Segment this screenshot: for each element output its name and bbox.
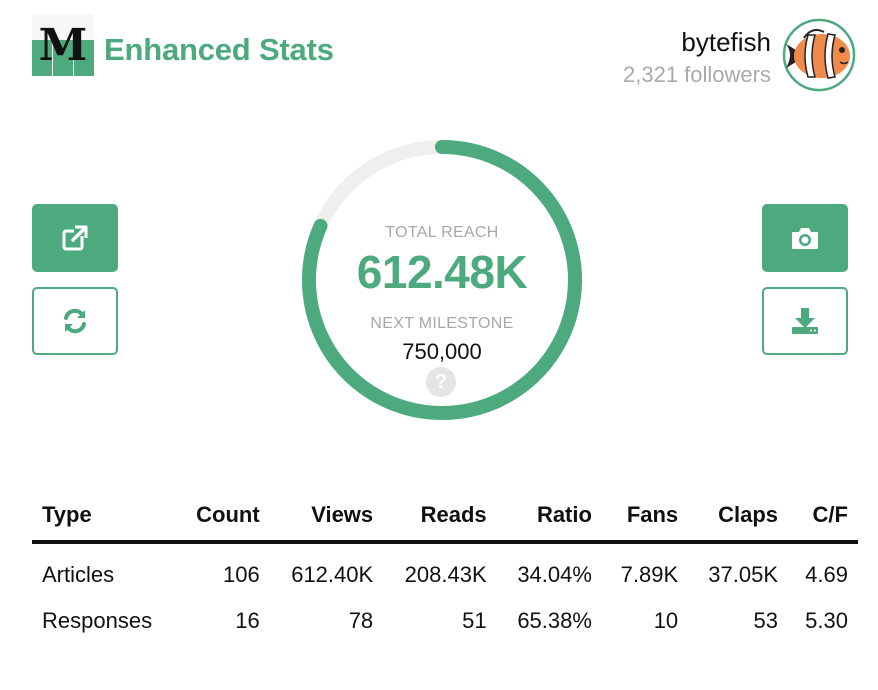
refresh-icon — [64, 308, 86, 334]
column-header[interactable]: Type — [32, 494, 177, 544]
user-name[interactable]: bytefish — [681, 27, 771, 58]
column-header[interactable]: Claps — [688, 494, 789, 544]
open-external-button[interactable] — [32, 204, 118, 272]
total-reach-value: 612.48K — [356, 246, 528, 298]
table-header-row: Type Count Views Reads Ratio Fans Claps … — [32, 494, 858, 544]
table-row: Responses 16 78 51 65.38% 10 53 5.30 — [32, 596, 858, 646]
table-cell: 16 — [235, 608, 260, 633]
download-icon — [792, 308, 818, 334]
table-cell: 4.69 — [805, 562, 848, 587]
screenshot-button[interactable] — [762, 204, 848, 272]
table-cell: 208.43K — [404, 562, 487, 587]
table-cell: 106 — [222, 562, 260, 587]
total-reach-label: TOTAL REACH — [385, 224, 499, 241]
next-milestone-value: 750,000 — [402, 339, 482, 364]
download-button[interactable] — [762, 287, 848, 355]
next-milestone-label: NEXT MILESTONE — [370, 315, 514, 332]
medium-logo: M — [32, 14, 94, 76]
table-row: Articles 106 612.40K 208.43K 34.04% 7.89… — [32, 542, 858, 596]
table-cell: 51 — [462, 608, 487, 633]
column-header[interactable]: Reads — [383, 494, 497, 544]
table-cell: Articles — [42, 562, 115, 587]
question-icon[interactable]: ? — [426, 367, 456, 397]
table-cell: 65.38% — [517, 608, 592, 633]
table-cell: 612.40K — [291, 562, 374, 587]
column-header[interactable]: C/F — [788, 494, 858, 544]
refresh-button[interactable] — [32, 287, 118, 355]
table-cell: 37.05K — [708, 562, 779, 587]
table-cell: 5.30 — [805, 608, 848, 633]
column-header[interactable]: Views — [269, 494, 384, 544]
stats-table: Type Count Views Reads Ratio Fans Claps … — [32, 494, 858, 646]
gauge-readout: TOTAL REACH 612.48K NEXT MILESTONE 750,0… — [300, 138, 584, 422]
column-header[interactable]: Ratio — [496, 494, 602, 544]
clownfish-avatar-icon — [782, 18, 856, 92]
camera-icon — [792, 228, 818, 249]
column-header[interactable]: Fans — [601, 494, 689, 544]
table-cell: 34.04% — [517, 562, 592, 587]
table-cell: Responses — [42, 608, 153, 633]
table-cell: 10 — [653, 608, 679, 633]
logo-letter: M — [39, 20, 88, 71]
follower-count: 2,321 followers — [623, 62, 771, 87]
table-cell: 53 — [753, 608, 779, 633]
table-cell: 7.89K — [620, 562, 679, 587]
avatar[interactable] — [782, 16, 856, 94]
app-title: Enhanced Stats — [104, 32, 334, 67]
column-header[interactable]: Count — [176, 494, 270, 544]
external-link-icon — [62, 225, 88, 251]
table-cell: 78 — [348, 608, 374, 633]
